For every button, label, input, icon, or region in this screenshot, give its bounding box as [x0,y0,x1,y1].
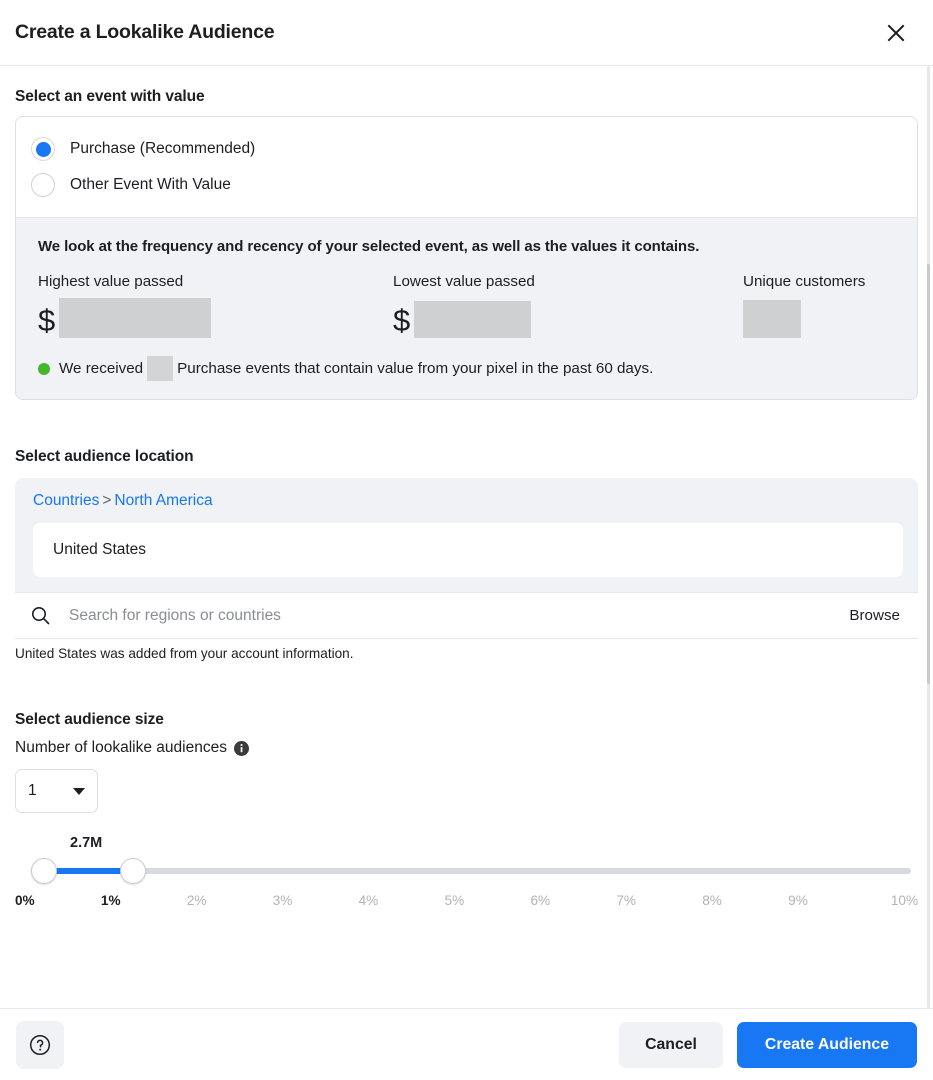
audience-size-section: Select audience size Number of lookalike… [15,711,918,915]
radio-option-purchase[interactable]: Purchase (Recommended) [16,131,917,167]
search-icon [31,606,53,625]
event-radio-group: Purchase (Recommended) Other Event With … [16,117,917,217]
status-text-before: We received [59,360,144,377]
event-card: Purchase (Recommended) Other Event With … [15,116,918,400]
selected-location-label: United States [53,541,147,558]
slider-track[interactable] [31,868,911,874]
slider-handle-end[interactable] [120,858,146,884]
audience-size-title: Select audience size [15,711,164,728]
slider-tick: 6% [530,893,551,908]
search-input[interactable] [69,606,850,625]
event-info-heading: We look at the frequency and recency of … [38,238,700,255]
breadcrumb: Countries > North America [33,492,903,510]
radio-button-selected-icon[interactable] [31,137,55,161]
close-icon[interactable] [877,14,915,52]
chevron-down-icon [73,787,85,795]
event-stats: Highest value passed $ Lowest value pass… [38,273,895,338]
location-note: United States was added from your accoun… [15,646,354,661]
radio-label-other-event: Other Event With Value [70,176,231,193]
location-section: Select audience location Countries > North… [15,448,918,661]
stat-label: Highest value passed [38,273,184,290]
selected-location-box[interactable]: United States [33,523,903,577]
help-icon[interactable] [16,1020,64,1069]
stat-label: Unique customers [743,273,866,290]
dialog-title: Create a Lookalike Audience [15,21,275,43]
dialog-footer: Cancel Create Audience [0,1008,933,1080]
lookalike-count-value: 1 [28,782,37,799]
stat-unique-customers: Unique customers [743,273,865,338]
location-section-title: Select audience location [15,448,194,465]
radio-button-unselected-icon[interactable] [31,173,55,197]
redacted-value-block [414,301,532,338]
status-dot-icon [38,362,50,375]
stat-lowest-value: Lowest value passed $ [393,273,743,338]
redacted-value-block [743,300,801,338]
slider-tick: 7% [616,893,636,908]
slider-handle-start[interactable] [31,858,57,884]
currency-symbol: $ [393,303,411,338]
stat-value [743,296,865,338]
stat-highest-value: Highest value passed $ [38,273,393,338]
breadcrumb-separator: > [102,492,112,509]
radio-label-purchase: Purchase (Recommended) [70,140,256,157]
browse-button[interactable]: Browse [849,607,900,624]
slider-reach-label: 2.7M [70,835,103,851]
location-panel: Countries > North America United States [15,478,918,592]
audience-size-slider[interactable]: 2.7M 0% 1% 2% 3% 4% 5% 6% 7% 8% 9% 10% [15,835,918,915]
cancel-button[interactable]: Cancel [619,1021,723,1068]
breadcrumb-item-countries[interactable]: Countries [33,492,99,509]
event-info-panel: We look at the frequency and recency of … [16,217,917,399]
slider-tick: 10% [890,893,919,908]
slider-tick: 3% [272,893,293,908]
lookalike-count-label-row: Number of lookalike audiences [15,739,918,757]
stat-label: Lowest value passed [393,273,535,290]
info-icon[interactable] [233,740,249,756]
dialog-body: Select an event with value Purchase (Rec… [0,66,933,1008]
slider-ticks: 0% 1% 2% 3% 4% 5% 6% 7% 8% 9% 10% [15,893,918,908]
slider-tick: 5% [444,893,465,908]
slider-tick: 9% [788,893,808,908]
stat-value: $ [38,296,393,338]
redacted-count-block [147,356,174,381]
currency-symbol: $ [38,303,56,338]
radio-option-other-event[interactable]: Other Event With Value [16,167,917,203]
create-lookalike-audience-dialog: Create a Lookalike Audience Select an ev… [0,0,933,1080]
status-text-after: Purchase events that contain value from … [177,360,654,377]
location-search-row: Browse [15,592,918,639]
scrollbar-thumb[interactable] [927,264,930,684]
create-audience-button[interactable]: Create Audience [736,1021,917,1068]
event-status-row: We received Purchase events that contain… [38,356,895,381]
event-section-title: Select an event with value [15,88,205,105]
lookalike-count-label: Number of lookalike audiences [15,739,227,756]
slider-tick: 2% [186,893,207,908]
breadcrumb-item-north-america[interactable]: North America [114,492,212,509]
redacted-value-block [59,298,212,338]
slider-tick: 1% [100,893,121,908]
lookalike-count-select[interactable]: 1 [15,769,98,813]
slider-tick: 4% [358,893,379,908]
dialog-header: Create a Lookalike Audience [0,0,933,66]
slider-tick: 8% [702,893,722,908]
slider-tick: 0% [15,893,35,908]
stat-value: $ [393,296,743,338]
